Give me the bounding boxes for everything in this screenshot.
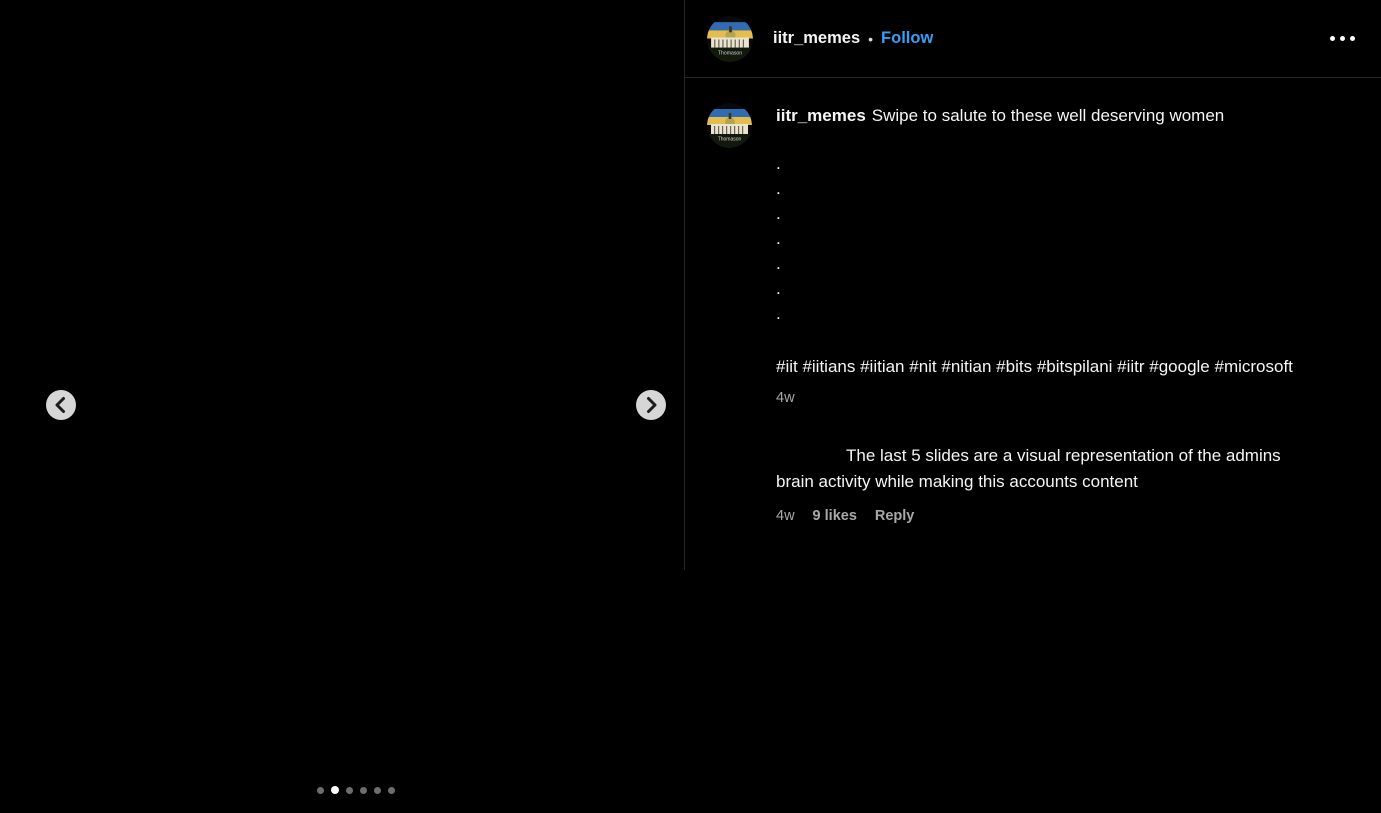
post-image[interactable] [0, 0, 684, 813]
caption-content: iitr_memes Swipe to salute to these well … [776, 103, 1321, 407]
carousel-dot [317, 787, 324, 794]
ellipsis-icon [1350, 36, 1355, 41]
ellipsis-icon [1340, 36, 1345, 41]
comment-timestamp: 4w [776, 508, 795, 524]
caption-dot-line: . [776, 201, 1321, 226]
comment-reply-button[interactable]: Reply [875, 508, 915, 524]
profile-photo: Thomason [707, 16, 753, 62]
carousel-dot-active [331, 786, 339, 794]
comments-section: Thomason iitr_memes Swipe to salute to th… [685, 103, 1381, 524]
caption-timestamp: 4w [776, 390, 1321, 407]
caption-dot-line: . [776, 151, 1321, 176]
chevron-right-icon [636, 390, 666, 420]
media-pane [0, 0, 684, 813]
details-pane: Thomason iitr_memes • Follow [685, 0, 1381, 813]
carousel-dots [317, 786, 395, 794]
caption-row: Thomason iitr_memes Swipe to salute to th… [707, 103, 1359, 407]
comment-row: The last 5 slides are a visual represent… [707, 443, 1359, 524]
comment-meta: 4w 9 likes Reply [776, 508, 1359, 524]
follow-button[interactable]: Follow [881, 29, 933, 48]
caption-hashtags[interactable]: #iit #iitians #iitian #nit #nitian #bits… [776, 354, 1321, 380]
caption-username-link[interactable]: iitr_memes [776, 106, 866, 125]
caption-dot-lines: . . . . . . . [776, 151, 1321, 326]
carousel-dot [388, 787, 395, 794]
carousel-next-button[interactable] [636, 390, 666, 420]
caption-dot-line: . [776, 251, 1321, 276]
comment-text: The last 5 slides are a visual represent… [776, 443, 1281, 495]
avatar[interactable]: Thomason [707, 16, 753, 62]
caption-avatar[interactable]: Thomason [707, 103, 752, 148]
comment-likes-button[interactable]: 9 likes [813, 508, 857, 524]
post-header: Thomason iitr_memes • Follow [685, 0, 1381, 78]
caption-dot-line: . [776, 301, 1321, 326]
caption-dot-line: . [776, 276, 1321, 301]
carousel-prev-button[interactable] [46, 390, 76, 420]
svg-text:Thomason: Thomason [718, 50, 742, 56]
caption-dot-line: . [776, 176, 1321, 201]
caption-text: Swipe to salute to these well deserving … [872, 106, 1224, 125]
carousel-dot [360, 787, 367, 794]
separator-dot: • [868, 31, 873, 47]
caption-text-line: iitr_memes Swipe to salute to these well … [776, 103, 1321, 129]
carousel-dot [346, 787, 353, 794]
caption-dot-line: . [776, 226, 1321, 251]
carousel-dot [374, 787, 381, 794]
svg-text:Thomason: Thomason [718, 137, 742, 143]
username-link[interactable]: iitr_memes [773, 29, 860, 48]
more-options-button[interactable] [1326, 32, 1359, 45]
chevron-left-icon [46, 390, 76, 420]
ellipsis-icon [1330, 36, 1335, 41]
profile-photo: Thomason [707, 103, 752, 148]
